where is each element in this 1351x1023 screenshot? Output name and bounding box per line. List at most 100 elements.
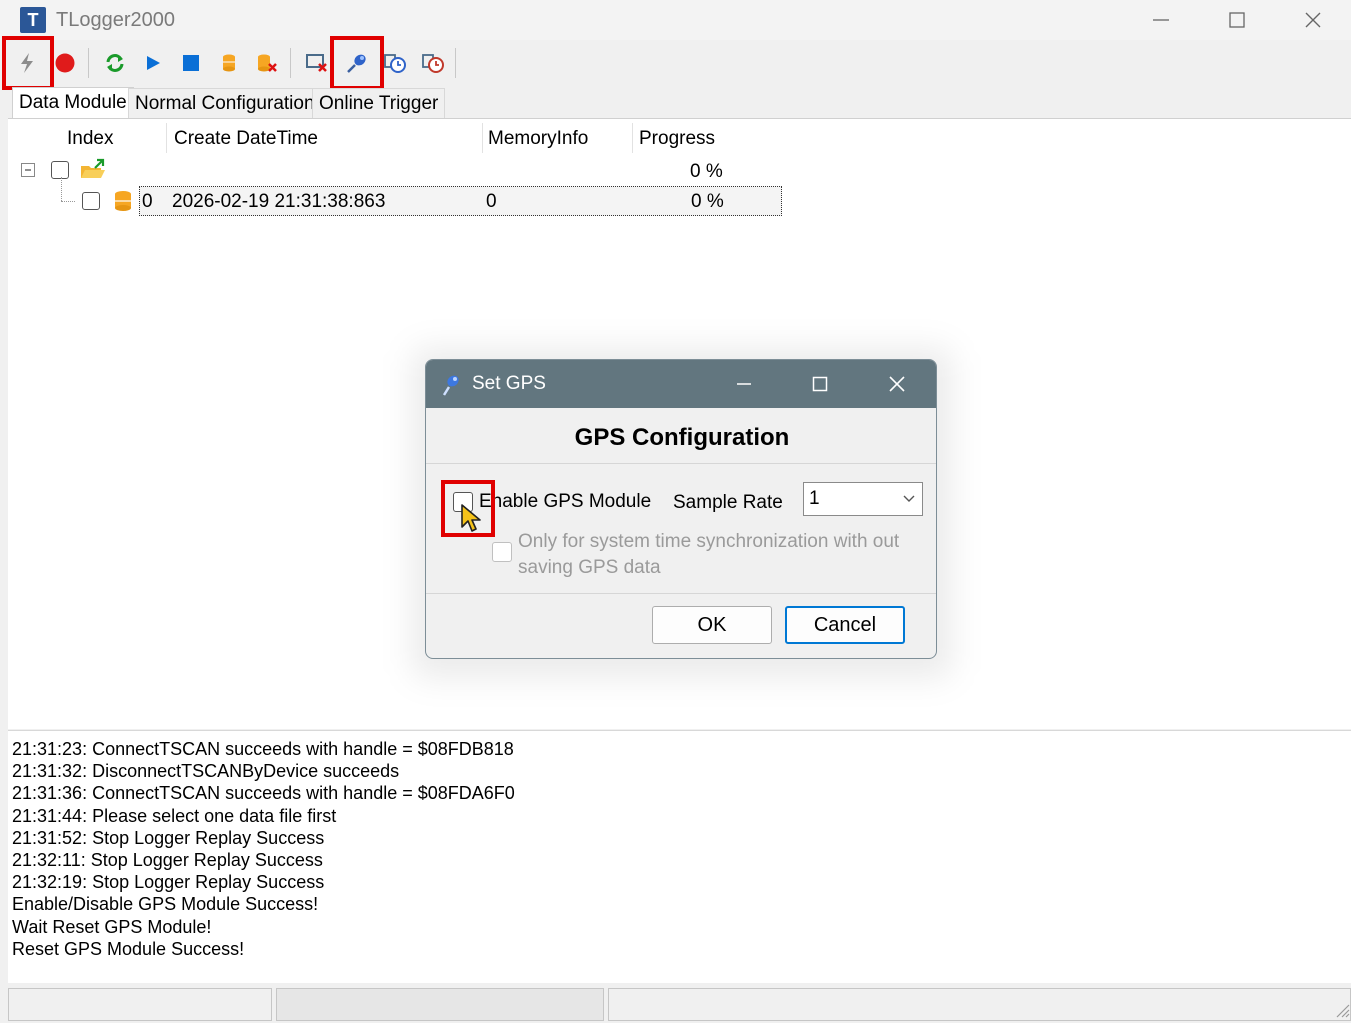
close-icon: [1305, 12, 1321, 28]
record-button[interactable]: [50, 48, 80, 78]
row-checkbox[interactable]: [82, 192, 100, 210]
tree-line: [61, 177, 63, 201]
row-progress: 0 %: [691, 191, 724, 212]
tab-data-module[interactable]: Data Module: [12, 87, 134, 119]
enable-gps-label[interactable]: Enable GPS Module: [479, 491, 651, 513]
minimize-icon: [1153, 19, 1169, 21]
window-title: TLogger2000: [56, 9, 175, 31]
row-datetime: 2026-02-19 21:31:38:863: [172, 191, 386, 212]
minimize-icon: [737, 383, 751, 385]
dialog-title: Set GPS: [472, 373, 546, 394]
maximize-button[interactable]: [1214, 4, 1260, 36]
cancel-button[interactable]: Cancel: [785, 606, 905, 644]
toolbar-separator: [88, 48, 89, 78]
log-line: 21:31:44: Please select one data file fi…: [12, 805, 337, 826]
record-icon: [55, 53, 75, 73]
gps-pin-icon: [347, 54, 366, 73]
gps-pin-icon: [440, 371, 462, 402]
mouse-cursor-icon: [459, 503, 485, 540]
log-lines: 21:31:23: ConnectTSCAN succeeds with han…: [12, 738, 515, 960]
row-memory: 0: [486, 191, 497, 212]
gps-button[interactable]: [342, 48, 372, 78]
database-delete-button[interactable]: [252, 48, 282, 78]
row-index: 0: [142, 191, 153, 212]
minus-icon: [25, 169, 31, 171]
sample-rate-value: 1: [809, 488, 820, 509]
dialog-minimize-button[interactable]: [724, 368, 764, 400]
sync-only-label-line: saving GPS data: [518, 557, 661, 578]
sample-rate-label: Sample Rate: [673, 492, 783, 513]
stop-button[interactable]: [176, 48, 206, 78]
log-line: 21:31:32: DisconnectTSCANByDevice succee…: [12, 761, 400, 782]
tab-online-trigger[interactable]: Online Trigger: [312, 88, 446, 119]
tree-line: [61, 201, 75, 203]
tree-collapse-toggle[interactable]: [21, 163, 35, 177]
title-bar: T TLogger2000: [0, 0, 1351, 40]
toolbar: [0, 36, 1351, 90]
column-separator: [482, 123, 483, 153]
column-header-memory[interactable]: MemoryInfo: [488, 128, 588, 150]
minimize-button[interactable]: [1138, 4, 1184, 36]
clock-settings-button[interactable]: [418, 48, 448, 78]
column-header-progress[interactable]: Progress: [639, 128, 715, 150]
clock-button[interactable]: [380, 48, 410, 78]
maximize-icon: [1229, 12, 1245, 28]
sync-only-label-line: Only for system time synchronization wit…: [518, 531, 900, 552]
status-panel: [608, 988, 1351, 1021]
close-button[interactable]: [1290, 4, 1336, 36]
status-panel: [8, 988, 272, 1021]
database-button[interactable]: [214, 48, 244, 78]
column-header-index[interactable]: Index: [67, 128, 113, 150]
connect-button[interactable]: [12, 48, 42, 78]
ok-button[interactable]: OK: [652, 606, 772, 644]
root-checkbox[interactable]: [51, 161, 69, 179]
connect-icon: [21, 53, 33, 73]
play-button[interactable]: [138, 48, 168, 78]
toolbar-separator: [455, 48, 456, 78]
log-line: 21:31:36: ConnectTSCAN succeeds with han…: [12, 783, 515, 804]
root-progress: 0 %: [690, 161, 723, 182]
disconnect-icon: [306, 54, 327, 72]
log-line: Enable/Disable GPS Module Success!: [12, 894, 319, 915]
refresh-icon: [106, 54, 124, 72]
disconnect-button[interactable]: [302, 48, 332, 78]
sync-only-checkbox[interactable]: [492, 542, 512, 562]
log-line: 21:32:19: Stop Logger Replay Success: [12, 872, 325, 893]
log-panel[interactable]: 21:31:23: ConnectTSCAN succeeds with han…: [8, 730, 1351, 983]
sample-rate-select[interactable]: 1: [803, 482, 923, 516]
clock-icon: [384, 54, 406, 73]
log-line: 21:31:52: Stop Logger Replay Success: [12, 827, 325, 848]
log-line: Wait Reset GPS Module!: [12, 916, 212, 937]
maximize-icon: [812, 376, 828, 392]
log-line: 21:31:23: ConnectTSCAN succeeds with han…: [12, 739, 514, 759]
dialog-maximize-button[interactable]: [800, 368, 840, 400]
column-header-datetime[interactable]: Create DateTime: [174, 128, 318, 150]
close-icon: [889, 376, 905, 392]
dialog-heading: GPS Configuration: [574, 424, 790, 451]
database-delete-icon: [258, 54, 277, 72]
dialog-title-bar: Set GPS: [426, 360, 936, 408]
play-icon: [147, 56, 160, 70]
log-line: 21:32:11: Stop Logger Replay Success: [12, 850, 323, 871]
divider: [426, 463, 936, 464]
log-line: Reset GPS Module Success!: [12, 938, 245, 959]
folder-open-icon: [79, 158, 107, 187]
column-separator: [632, 123, 633, 153]
divider: [426, 593, 936, 594]
refresh-button[interactable]: [100, 48, 130, 78]
chevron-down-icon: [903, 495, 915, 502]
column-separator: [166, 123, 167, 153]
clock-settings-icon: [422, 54, 444, 73]
table-row[interactable]: 0 2026-02-19 21:31:38:863 0 0 %: [139, 186, 782, 216]
status-panel: [276, 988, 604, 1021]
resize-grip-icon[interactable]: [1334, 1002, 1350, 1023]
toolbar-separator: [290, 48, 291, 78]
status-bar: [8, 986, 1351, 1022]
set-gps-dialog: Set GPS GPS Configuration Enable GPS Mod…: [425, 359, 937, 659]
tab-normal-configuration[interactable]: Normal Configuration: [128, 88, 322, 119]
database-icon: [112, 189, 134, 218]
app-icon: T: [20, 7, 46, 33]
database-icon: [223, 54, 235, 72]
dialog-close-button[interactable]: [877, 368, 917, 400]
sync-only-label: Only for system time synchronization wit…: [518, 529, 899, 581]
